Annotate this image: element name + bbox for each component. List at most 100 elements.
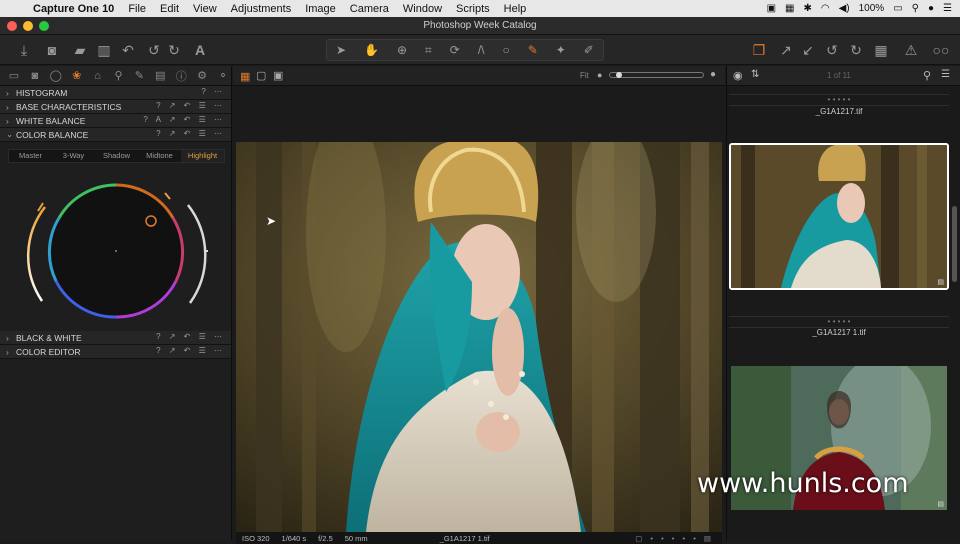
eye-icon[interactable]: ◉ <box>733 69 743 82</box>
single-view-icon[interactable]: ▢ <box>256 69 266 82</box>
details-icon[interactable]: ⚲ <box>111 69 127 82</box>
color-editor-tool[interactable]: › COLOR EDITOR ? ↗ ↶ ☰ ⋯ <box>0 345 231 359</box>
tool-options-icon[interactable]: ? ⋯ <box>201 87 225 96</box>
battery-icon[interactable]: ▭ <box>893 3 902 14</box>
sort-icon[interactable]: ⇅ <box>751 69 759 80</box>
cursor-icon[interactable]: ➤ <box>336 43 346 57</box>
hand-icon[interactable]: ✋ <box>364 43 379 57</box>
shutter-value: 1/640 s <box>281 533 307 543</box>
tab-3-way[interactable]: 3-Way <box>52 150 95 162</box>
menu-window[interactable]: Window <box>396 3 449 15</box>
trash-icon[interactable]: ▥ <box>96 41 112 59</box>
siri-icon[interactable]: ● <box>928 3 934 14</box>
grid-icon[interactable]: ▦ <box>872 41 890 59</box>
black-white-tool[interactable]: › BLACK & WHITE ? ↗ ↶ ☰ ⋯ <box>0 331 231 345</box>
tool-options-icon[interactable]: ? ↗ ↶ ☰ ⋯ <box>156 101 225 110</box>
viewer-filename: _G1A1217 1.tif <box>439 533 490 543</box>
menu-adjustments[interactable]: Adjustments <box>224 3 299 15</box>
tool-options-icon[interactable]: ? ↗ ↶ ☰ ⋯ <box>156 129 225 138</box>
tool-panel: ▭ ◙ ◯ ❀ ⌂ ⚲ ✎ ▤ ⓘ ⚙ ⚬ › HISTOGRAM ? ⋯ › BAS… <box>0 66 232 540</box>
menu-icon[interactable]: ☰ <box>941 69 950 80</box>
color-wheel[interactable] <box>0 163 232 323</box>
tab-midtone[interactable]: Midtone <box>138 150 181 162</box>
apply-adjust-icon[interactable]: ↙ <box>800 41 816 59</box>
fit-label[interactable]: Fit <box>580 71 589 80</box>
compare-view-icon[interactable]: ▣ <box>273 69 283 82</box>
zoom-icon[interactable]: ⊕ <box>397 43 407 57</box>
circle-icon[interactable]: ○ <box>502 43 509 57</box>
undo-icon[interactable]: ↶ <box>120 41 136 59</box>
multi-view-icon[interactable]: ▦ <box>240 70 250 83</box>
adjustments-icon[interactable]: ▤ <box>152 69 168 82</box>
menu-file[interactable]: File <box>121 3 153 15</box>
browser-scrollbar[interactable] <box>952 206 957 282</box>
menu-help[interactable]: Help <box>497 3 534 15</box>
local-adjust-icon[interactable]: ✎ <box>131 69 147 82</box>
color-icon[interactable]: ❀ <box>69 69 85 82</box>
base-characteristics-tool[interactable]: › BASE CHARACTERISTICS ? ↗ ↶ ☰ ⋯ <box>0 100 231 114</box>
menu-image[interactable]: Image <box>298 3 343 15</box>
menu-view[interactable]: View <box>186 3 224 15</box>
tool-options-icon[interactable]: ? ↗ ↶ ☰ ⋯ <box>156 346 225 355</box>
spotlight-icon[interactable]: ⚲ <box>912 3 919 14</box>
brush-icon[interactable]: ✎ <box>528 43 538 57</box>
screen-icon[interactable]: ▣ <box>767 3 776 14</box>
rotate-left-icon[interactable]: ↺ <box>824 41 840 59</box>
export-icon[interactable]: ▰ <box>72 41 88 59</box>
menu-edit[interactable]: Edit <box>153 3 186 15</box>
menu-scripts[interactable]: Scripts <box>449 3 497 15</box>
menu-camera[interactable]: Camera <box>343 3 396 15</box>
library-icon[interactable]: ▭ <box>6 69 22 82</box>
battery-label[interactable]: 100% <box>859 3 885 14</box>
copy-adjust-icon[interactable]: ↗ <box>778 41 794 59</box>
import-icon[interactable]: ⤓ <box>16 41 32 59</box>
cursor-tools-group: ➤ ✋ ⊕ ⌗ ⟳ /\ ○ ✎ ✦ ✐ <box>326 39 604 61</box>
output-icon[interactable]: ⚙ <box>194 69 210 82</box>
redo-back-icon[interactable]: ↺ <box>146 41 162 59</box>
stack-icon[interactable]: ❐ <box>750 41 768 59</box>
glasses-icon[interactable]: ○○ <box>930 41 952 59</box>
batch-icon[interactable]: ⚬ <box>215 69 231 82</box>
camera-icon[interactable]: ◙ <box>44 41 60 59</box>
color-balance-tabs: Master 3-Way Shadow Midtone Highlight <box>8 149 225 163</box>
thumb-caption-bar[interactable]: • • • • • <box>729 94 949 106</box>
search-icon[interactable]: ⚲ <box>923 69 931 82</box>
thumbnail-selected[interactable]: ▤ <box>729 143 949 290</box>
iso-value: ISO 320 <box>242 533 270 543</box>
lens-icon[interactable]: ◯ <box>48 69 64 82</box>
notification-icon[interactable]: ☰ <box>943 3 952 14</box>
volume-icon[interactable]: ◀) <box>839 3 850 14</box>
white-balance-tool[interactable]: › WHITE BALANCE ? A ↗ ↶ ☰ ⋯ <box>0 114 231 128</box>
composition-icon[interactable]: ⌂ <box>90 70 106 82</box>
wifi-icon[interactable]: ◠ <box>821 3 830 14</box>
chevron-right-icon: › <box>6 332 9 343</box>
warning-icon[interactable]: ⚠ <box>902 41 920 59</box>
erase-icon[interactable]: ✦ <box>556 43 566 57</box>
chevron-right-icon: › <box>6 101 9 112</box>
keystone-icon[interactable]: /\ <box>478 43 485 57</box>
menu-app[interactable]: Capture One 10 <box>26 3 121 15</box>
tool-options-icon[interactable]: ? ↗ ↶ ☰ ⋯ <box>156 332 225 341</box>
thumb-caption-bar[interactable]: • • • • • <box>729 316 949 328</box>
zoom-slider-handle[interactable] <box>616 72 622 78</box>
bluetooth-icon[interactable]: ✱ <box>803 3 811 14</box>
main-photo[interactable]: ➤ <box>236 142 722 532</box>
metadata-icon[interactable]: ⓘ <box>173 68 189 84</box>
rotate-icon[interactable]: ⟳ <box>450 43 460 57</box>
text-icon[interactable]: A <box>192 41 208 59</box>
zoom-slider[interactable] <box>609 72 704 78</box>
picker-icon[interactable]: ✐ <box>584 43 594 57</box>
grid-status-icon[interactable]: ▦ <box>785 3 794 14</box>
histogram-tool[interactable]: › HISTOGRAM ? ⋯ <box>0 86 231 100</box>
tab-highlight[interactable]: Highlight <box>181 150 224 162</box>
tab-shadow[interactable]: Shadow <box>95 150 138 162</box>
rating-dots[interactable]: ▢ • • • • • ▤ <box>635 534 714 543</box>
rotate-right-icon[interactable]: ↻ <box>848 41 864 59</box>
tab-master[interactable]: Master <box>9 150 52 162</box>
tool-options-icon[interactable]: ? A ↗ ↶ ☰ ⋯ <box>143 115 225 124</box>
person-small-icon: ● <box>597 70 603 80</box>
capture-icon[interactable]: ◙ <box>27 70 43 82</box>
crop-icon[interactable]: ⌗ <box>425 43 432 58</box>
color-balance-tool[interactable]: ⌄ COLOR BALANCE ? ↗ ↶ ☰ ⋯ <box>0 128 231 142</box>
redo-icon[interactable]: ↻ <box>166 41 182 59</box>
